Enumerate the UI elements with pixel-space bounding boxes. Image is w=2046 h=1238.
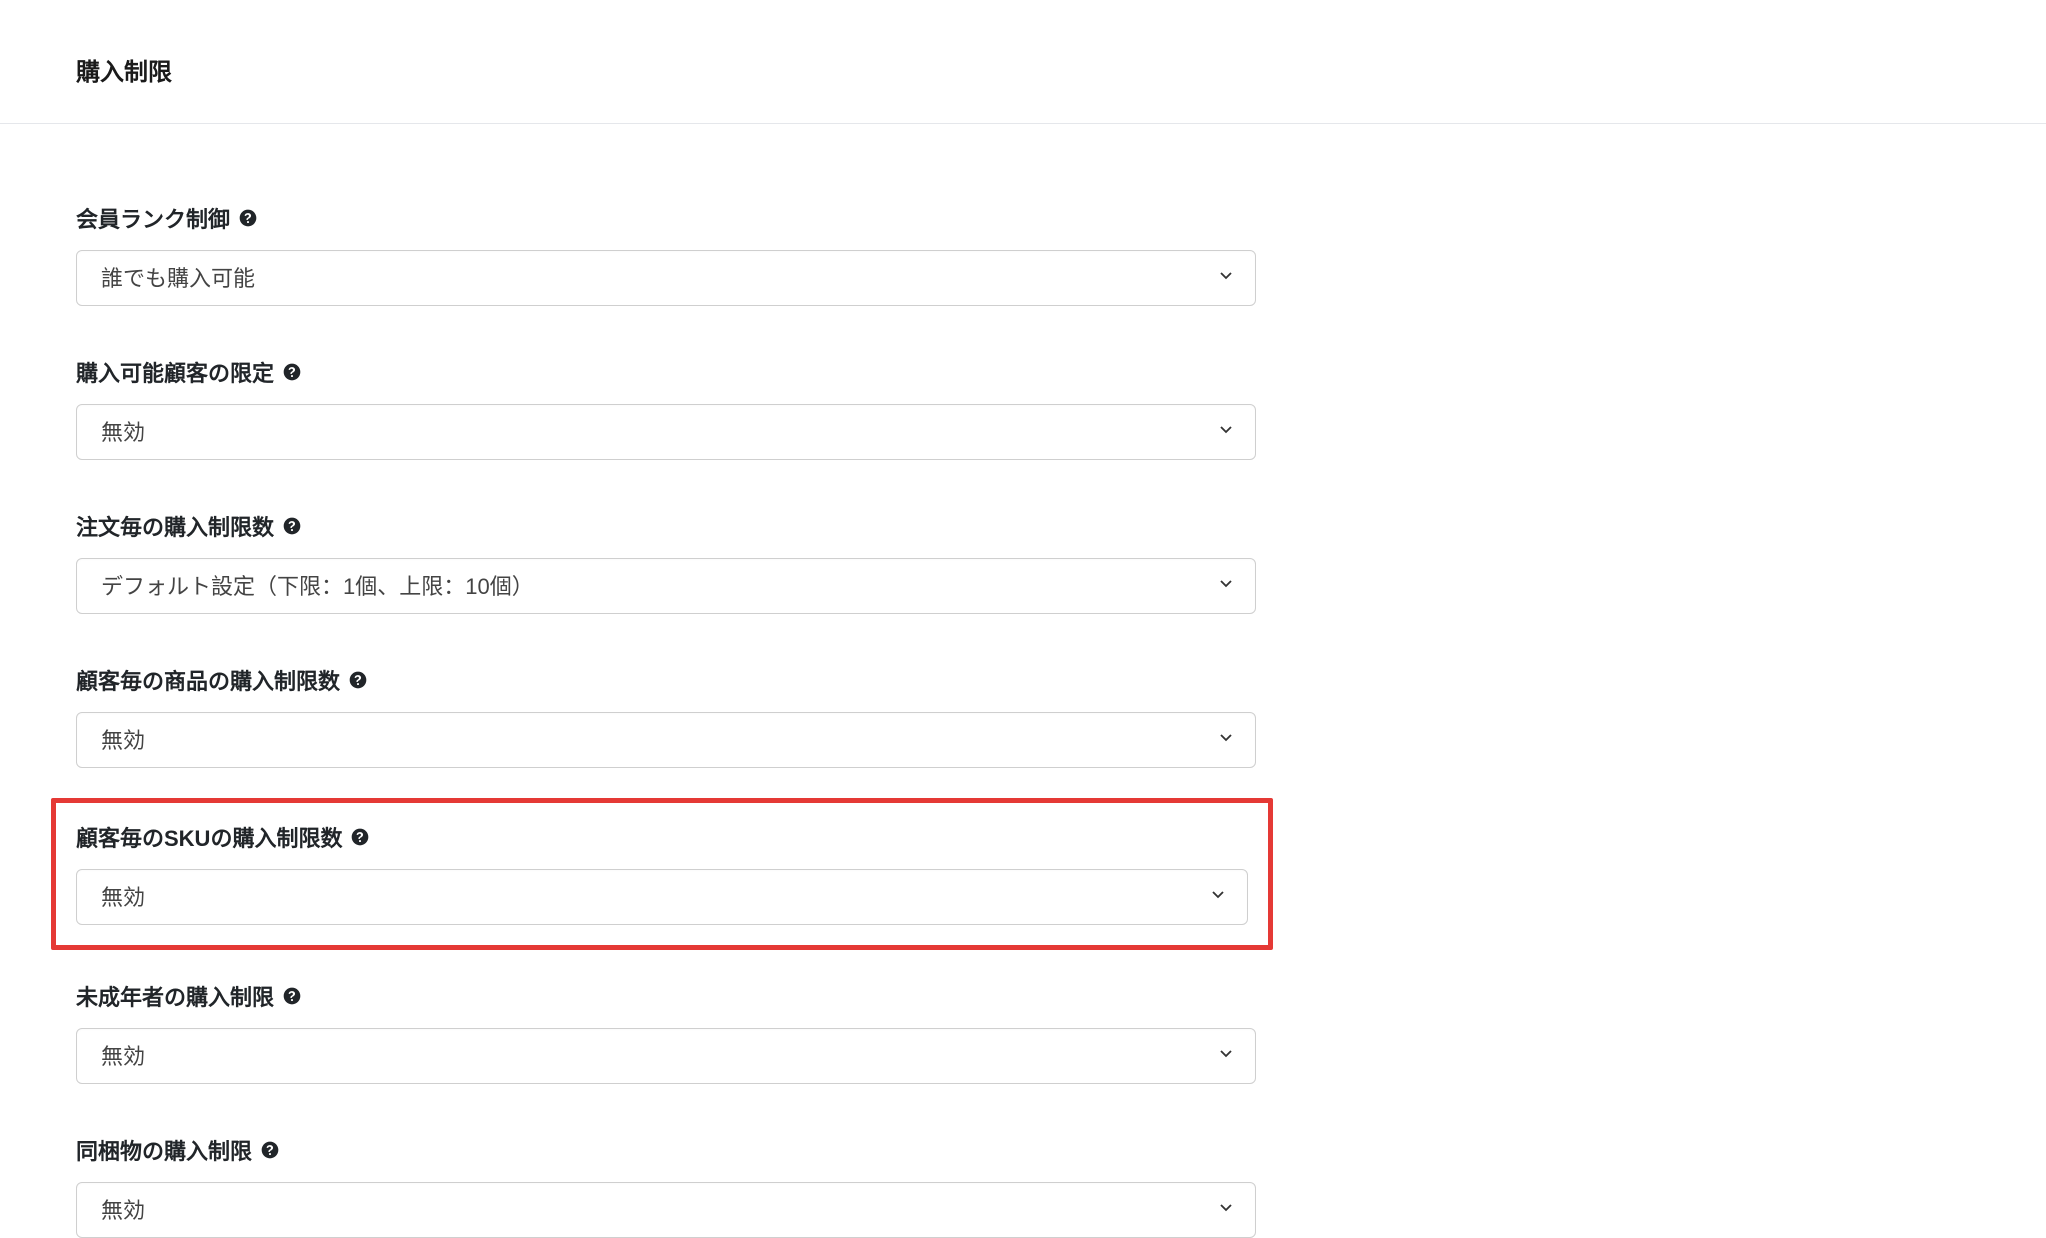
- select-wrap-member-rank: 誰でも購入可能: [76, 250, 1256, 306]
- select-per-order-limit[interactable]: デフォルト設定（下限：1個、上限：10個）: [76, 558, 1256, 614]
- label-per-customer-product-limit: 顧客毎の商品の購入制限数: [76, 664, 1256, 696]
- help-icon[interactable]: [348, 670, 368, 690]
- label-minor-restriction: 未成年者の購入制限: [76, 980, 1256, 1012]
- form-group-per-customer-sku-limit: 顧客毎のSKUの購入制限数 無効: [51, 798, 1273, 950]
- label-per-customer-sku-limit-text: 顧客毎のSKUの購入制限数: [76, 821, 342, 853]
- form-group-minor-restriction: 未成年者の購入制限 無効: [76, 980, 1256, 1084]
- label-per-order-limit-text: 注文毎の購入制限数: [76, 510, 274, 542]
- select-wrap-per-order-limit: デフォルト設定（下限：1個、上限：10個）: [76, 558, 1256, 614]
- select-wrap-eligible-customer: 無効: [76, 404, 1256, 460]
- select-per-customer-sku-limit[interactable]: 無効: [76, 869, 1248, 925]
- label-eligible-customer-text: 購入可能顧客の限定: [76, 356, 274, 388]
- select-wrap-bundled-restriction: 無効: [76, 1182, 1256, 1238]
- label-bundled-restriction-text: 同梱物の購入制限: [76, 1134, 252, 1166]
- page: 購入制限 会員ランク制御 誰でも購入可能 購入可能顧客の限: [0, 0, 2046, 1238]
- help-icon[interactable]: [350, 827, 370, 847]
- form-group-per-order-limit: 注文毎の購入制限数 デフォルト設定（下限：1個、上限：10個）: [76, 510, 1256, 614]
- section-header: 購入制限: [0, 0, 2046, 124]
- select-eligible-customer[interactable]: 無効: [76, 404, 1256, 460]
- select-member-rank[interactable]: 誰でも購入可能: [76, 250, 1256, 306]
- form-group-eligible-customer: 購入可能顧客の限定 無効: [76, 356, 1256, 460]
- help-icon[interactable]: [282, 516, 302, 536]
- section-title: 購入制限: [76, 52, 1970, 87]
- select-bundled-restriction[interactable]: 無効: [76, 1182, 1256, 1238]
- help-icon[interactable]: [238, 208, 258, 228]
- label-per-customer-sku-limit: 顧客毎のSKUの購入制限数: [76, 821, 1248, 853]
- help-icon[interactable]: [282, 362, 302, 382]
- label-minor-restriction-text: 未成年者の購入制限: [76, 980, 274, 1012]
- select-wrap-per-customer-product-limit: 無効: [76, 712, 1256, 768]
- label-bundled-restriction: 同梱物の購入制限: [76, 1134, 1256, 1166]
- select-minor-restriction[interactable]: 無効: [76, 1028, 1256, 1084]
- label-member-rank-text: 会員ランク制御: [76, 202, 230, 234]
- label-eligible-customer: 購入可能顧客の限定: [76, 356, 1256, 388]
- form-group-member-rank: 会員ランク制御 誰でも購入可能: [76, 202, 1256, 306]
- select-wrap-minor-restriction: 無効: [76, 1028, 1256, 1084]
- select-per-customer-product-limit[interactable]: 無効: [76, 712, 1256, 768]
- label-member-rank: 会員ランク制御: [76, 202, 1256, 234]
- help-icon[interactable]: [282, 986, 302, 1006]
- form-group-per-customer-product-limit: 顧客毎の商品の購入制限数 無効: [76, 664, 1256, 768]
- form-group-bundled-restriction: 同梱物の購入制限 無効: [76, 1134, 1256, 1238]
- label-per-customer-product-limit-text: 顧客毎の商品の購入制限数: [76, 664, 340, 696]
- select-wrap-per-customer-sku-limit: 無効: [76, 869, 1248, 925]
- label-per-order-limit: 注文毎の購入制限数: [76, 510, 1256, 542]
- help-icon[interactable]: [260, 1140, 280, 1160]
- form-body: 会員ランク制御 誰でも購入可能 購入可能顧客の限定: [0, 124, 2046, 1238]
